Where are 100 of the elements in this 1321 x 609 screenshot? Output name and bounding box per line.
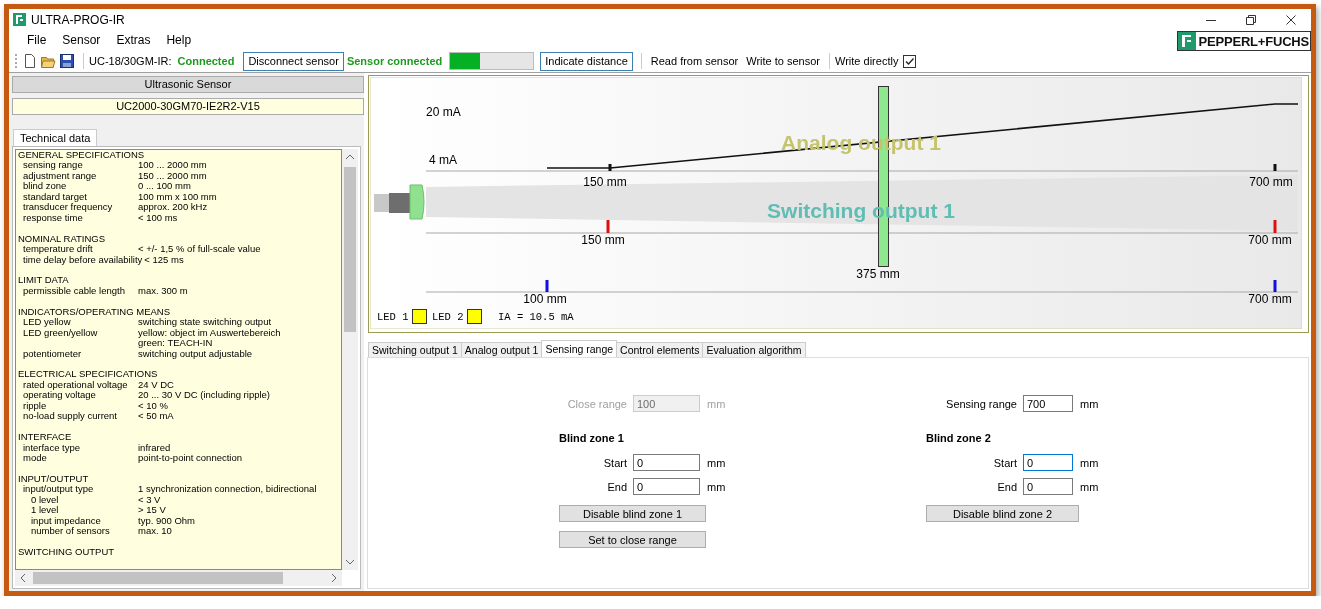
- tab[interactable]: Evaluation algorithm: [702, 342, 806, 357]
- spec-value: 24 V DC: [137, 379, 175, 391]
- folder-icon[interactable]: [41, 54, 56, 68]
- distance-label: 150 mm: [583, 175, 627, 189]
- section-title: INPUT/OUTPUT: [18, 473, 90, 485]
- sensor-drawing: [374, 184, 425, 220]
- spec-value: < 3 V: [137, 494, 161, 506]
- tick-mark: [606, 220, 610, 233]
- section-title: SWITCHING OUTPUT: [18, 547, 116, 558]
- input-field[interactable]: 0: [633, 478, 700, 495]
- input-field[interactable]: 700: [1023, 395, 1073, 412]
- input-field[interactable]: 0: [1023, 478, 1073, 495]
- tick-mark: [1273, 164, 1277, 171]
- field-label: End: [606, 480, 628, 493]
- distance-label: 375 mm: [856, 267, 900, 281]
- spec-label: interface type: [22, 442, 82, 454]
- distance-label: 700 mm: [1248, 292, 1292, 306]
- action-button[interactable]: Disable blind zone 1: [559, 505, 706, 522]
- spec-value: < 125 ms: [143, 254, 185, 265]
- spec-value: 20 ... 30 V DC (including ripple): [137, 390, 271, 401]
- tab[interactable]: Switching output 1: [368, 342, 462, 357]
- tab[interactable]: Control elements: [616, 342, 704, 357]
- scroll-down-icon[interactable]: [345, 558, 355, 566]
- menu-item[interactable]: Extras: [108, 31, 159, 49]
- spec-value: green: TEACH-IN: [137, 338, 214, 349]
- section-title: INDICATORS/OPERATING MEANS: [18, 306, 172, 318]
- menu-item[interactable]: Sensor: [54, 31, 109, 49]
- spec-value: max. 10: [137, 526, 173, 537]
- tab[interactable]: Technical data: [13, 129, 98, 146]
- write-button[interactable]: Write to sensor: [742, 55, 824, 67]
- spec-label: response time: [22, 212, 83, 224]
- unit-label: mm: [706, 456, 726, 469]
- spec-label: 1 level: [30, 505, 60, 516]
- tab[interactable]: Analog output 1: [460, 342, 543, 357]
- spec-label: 0 level: [31, 494, 59, 506]
- unit-label: mm: [706, 480, 726, 493]
- menu-item[interactable]: File: [19, 31, 55, 49]
- spec-value: 0 ... 100 mm: [137, 181, 192, 192]
- disconnect-button[interactable]: Disconnect sensor: [243, 51, 344, 71]
- distance-label: 150 mm: [581, 233, 625, 247]
- spec-label: sensing range: [22, 160, 84, 171]
- spec-value: infrared: [137, 442, 172, 454]
- horizontal-scrollbar[interactable]: [15, 570, 342, 586]
- spec-value: approx. 200 kHz: [137, 202, 209, 213]
- section-title: ELECTRICAL SPECIFICATIONS: [18, 369, 159, 380]
- read-button[interactable]: Read from sensor: [646, 55, 743, 67]
- spec-value: > 15 V: [137, 505, 167, 516]
- section-heading: Blind zone 2: [926, 432, 992, 446]
- tab[interactable]: Sensing range: [541, 340, 618, 357]
- field-label: Start: [992, 456, 1018, 469]
- spec-value: switching state switching output: [137, 317, 273, 328]
- distance-label: 100 mm: [523, 292, 567, 306]
- spec-value: 150 ... 2000 mm: [137, 170, 208, 182]
- restore-icon[interactable]: [1246, 14, 1256, 25]
- spec-value: max. 300 m: [137, 285, 189, 297]
- tick-mark: [608, 164, 612, 171]
- distance-label: 700 mm: [1248, 233, 1292, 247]
- spec-value: 100 mm x 100 mm: [137, 191, 218, 203]
- checkbox[interactable]: [903, 54, 917, 68]
- spec-value: switching output adjustable: [137, 348, 254, 359]
- section-title: NOMINAL RATINGS: [18, 233, 107, 245]
- unit-label: mm: [1079, 480, 1099, 493]
- unit-label: mm: [1079, 397, 1099, 410]
- spec-label: potentiometer: [22, 348, 83, 359]
- current-label: 20 mA: [426, 105, 461, 119]
- spec-label: permissible cable length: [22, 285, 126, 297]
- menu-item[interactable]: Help: [158, 31, 200, 49]
- field-label: Close range: [566, 397, 628, 410]
- tick-mark: [1273, 280, 1277, 292]
- spec-label: temperature drift: [22, 244, 94, 255]
- panel-header: Ultrasonic Sensor: [12, 76, 364, 93]
- section-title: INTERFACE: [18, 432, 73, 443]
- scroll-right-icon[interactable]: [330, 573, 338, 583]
- logo-text: PEPPERL+FUCHS: [1197, 33, 1310, 49]
- input-field[interactable]: 0: [1023, 454, 1073, 471]
- window-title: ULTRA-PROG-IR: [31, 12, 125, 27]
- scroll-left-icon[interactable]: [19, 573, 27, 583]
- action-button[interactable]: Set to close range: [559, 531, 706, 548]
- spec-label: mode: [22, 453, 48, 464]
- indicate-distance-button[interactable]: Indicate distance: [540, 51, 633, 71]
- scroll-up-icon[interactable]: [345, 153, 355, 161]
- action-button[interactable]: Disable blind zone 2: [926, 505, 1079, 522]
- section-heading: Blind zone 1: [559, 432, 625, 446]
- vertical-scrollbar[interactable]: [342, 149, 358, 570]
- spec-label: operating voltage: [22, 390, 97, 401]
- spec-label: adjustment range: [22, 170, 98, 182]
- close-icon[interactable]: [1286, 14, 1296, 25]
- spec-label: standard target: [22, 191, 88, 203]
- section-title: LIMIT DATA: [18, 275, 70, 286]
- spec-label: ripple: [22, 400, 47, 412]
- current-label: 4 mA: [429, 153, 457, 167]
- save-icon[interactable]: [60, 54, 74, 68]
- spec-value: < +/- 1,5 % of full-scale value: [137, 244, 262, 255]
- led-label: LED 2: [432, 311, 464, 323]
- input-field[interactable]: 0: [633, 454, 700, 471]
- spec-label: input/output type: [22, 484, 95, 495]
- spec-value: yellow: object im Auswertebereich: [137, 327, 282, 339]
- spec-label: transducer frequency: [22, 202, 114, 213]
- spec-value: < 50 mA: [137, 411, 175, 422]
- new-document-icon[interactable]: [23, 54, 37, 68]
